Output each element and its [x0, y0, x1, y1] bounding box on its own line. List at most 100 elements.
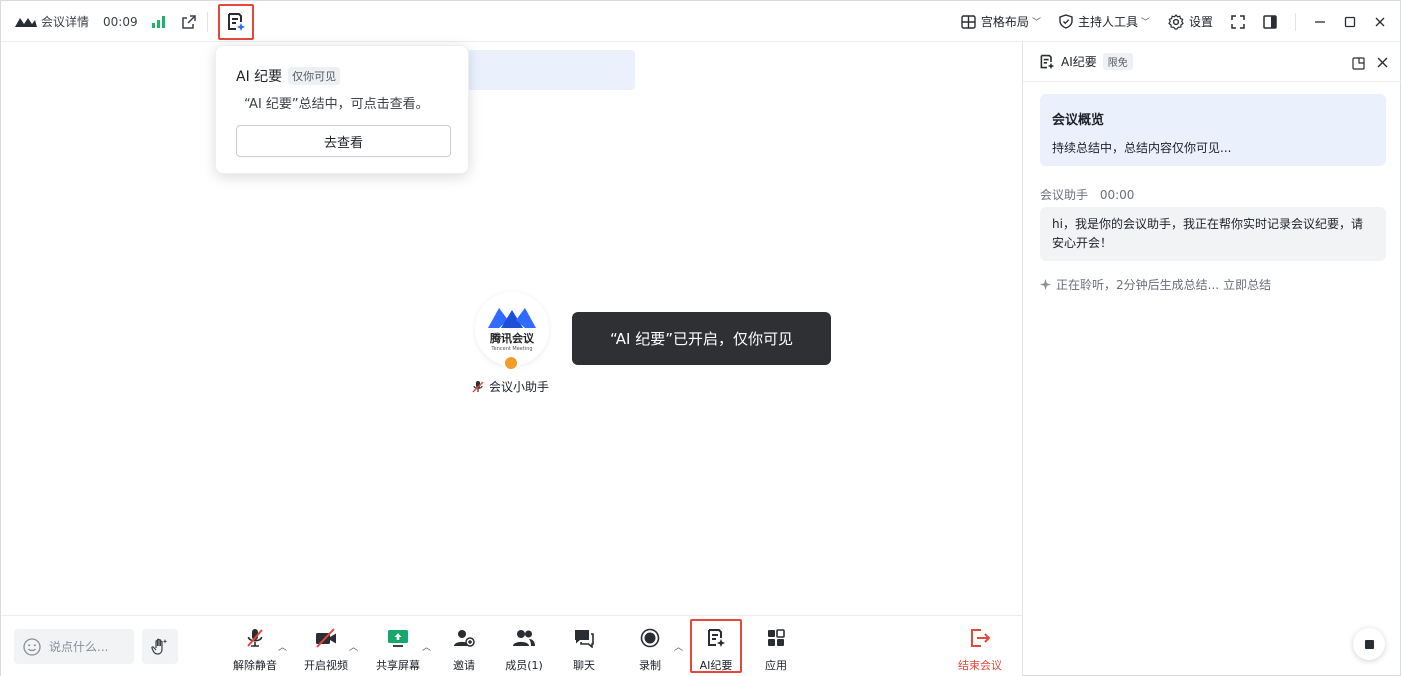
ai-summary-panel: AI纪要 限免 会议概览 持续总结中，总结内容仅你可见... 会议助手 00:0… [1022, 42, 1401, 675]
overview-title: 会议概览 [1052, 113, 1105, 128]
sidebar-toggle-button[interactable] [1263, 14, 1277, 29]
stop-icon [1364, 639, 1374, 649]
apps-button[interactable]: 应用 [746, 627, 806, 673]
listening-status: 正在聆听，2分钟后生成总结... 立即总结 [1040, 276, 1271, 293]
tencent-meeting-logo-icon [488, 308, 536, 328]
assistant-message: hi，我是你的会议助手，我正在帮你实时记录会议纪要，请安心开会！ [1040, 207, 1386, 261]
host-tools-menu-button[interactable]: 主持人工具 ﹀ [1059, 13, 1150, 30]
settings-label: 设置 [1188, 15, 1213, 29]
participant-name-tag: 会议小助手 [471, 378, 549, 395]
gear-icon [1168, 13, 1184, 30]
panel-popout-button[interactable] [1352, 55, 1365, 74]
popover-message: “AI 纪要”总结中，可点击查看。 [244, 97, 429, 112]
members-icon [513, 630, 535, 646]
emoji-icon [23, 637, 41, 656]
host-tools-label: 主持人工具 [1077, 15, 1138, 29]
chat-button[interactable]: 聊天 [554, 627, 614, 673]
settings-button[interactable]: 设置 [1168, 13, 1213, 30]
members-button[interactable]: 成员(1) [494, 627, 554, 673]
summarize-now-link[interactable]: 立即总结 [1223, 276, 1271, 293]
window-controls-divider [1295, 12, 1296, 31]
exit-icon [971, 629, 991, 647]
minimize-icon [1315, 20, 1325, 23]
apps-label: 应用 [765, 659, 787, 672]
start-video-button[interactable]: 开启视频 [296, 627, 356, 673]
chat-placeholder: 说点什么... [49, 640, 109, 654]
meeting-details-link[interactable]: 会议详情 [41, 13, 89, 30]
ai-summary-top-button[interactable] [217, 3, 254, 40]
ai-summary-popover: AI 纪要 仅你可见 “AI 纪要”总结中，可点击查看。 去查看 [215, 45, 469, 174]
share-screen-label: 共享屏幕 [376, 659, 420, 672]
sidebar-panel-icon [1263, 14, 1277, 29]
sparkle-icon [1040, 279, 1051, 290]
popover-title: AI 纪要 仅你可见 [236, 66, 341, 86]
fullscreen-icon [1231, 14, 1245, 29]
participant-name: 会议小助手 [489, 380, 550, 394]
participant-brand: 腾讯会议 [490, 332, 534, 345]
tencent-meeting-logo-icon [15, 17, 37, 27]
raise-hand-icon [151, 638, 168, 655]
panel-title-text: AI纪要 [1061, 55, 1097, 69]
view-summary-button[interactable]: 去查看 [236, 125, 451, 157]
mic-muted-icon [247, 629, 263, 647]
pop-out-icon[interactable] [181, 14, 197, 30]
invite-button[interactable]: 邀请 [434, 627, 494, 673]
network-signal-icon[interactable] [151, 15, 165, 28]
chat-label: 聊天 [573, 659, 595, 672]
ai-summary-label: AI纪要 [699, 659, 733, 672]
panel-close-button[interactable] [1376, 54, 1389, 73]
visibility-badge: 仅你可见 [288, 67, 341, 85]
quick-chat-input[interactable]: 说点什么... [14, 629, 134, 664]
layout-menu-button[interactable]: 宫格布局 ﹀ [961, 13, 1041, 30]
shield-icon [1059, 14, 1073, 29]
maximize-button[interactable] [1344, 16, 1356, 28]
top-bar-separator [206, 11, 208, 32]
assistant-meta: 会议助手 00:00 [1040, 186, 1134, 203]
maximize-icon [1344, 16, 1356, 27]
chat-bubble-icon [575, 630, 594, 648]
ai-summary-icon [1040, 54, 1055, 69]
listening-text: 正在聆听，2分钟后生成总结... [1056, 278, 1220, 292]
popout-window-icon [1352, 57, 1365, 70]
layout-menu-label: 宫格布局 [980, 15, 1029, 29]
end-meeting-label: 结束会议 [958, 659, 1002, 672]
meeting-timer: 00:09 [103, 14, 138, 29]
panel-header: AI纪要 限免 [1023, 42, 1401, 82]
ai-summary-icon [708, 629, 725, 647]
minimize-button[interactable] [1314, 16, 1326, 28]
assistant-time: 00:00 [1099, 188, 1135, 202]
overview-text: 持续总结中，总结内容仅你可见... [1052, 141, 1232, 155]
record-icon [640, 628, 660, 648]
fullscreen-button[interactable] [1231, 14, 1245, 29]
grid-layout-icon [961, 14, 976, 29]
participant-brand-en: Tencent Meeting [491, 346, 533, 352]
audio-options-caret-icon[interactable]: ︿ [278, 640, 287, 653]
unmute-button[interactable]: 解除静音 [225, 627, 285, 673]
panel-title: AI纪要 限免 [1039, 53, 1133, 70]
share-screen-button[interactable]: 共享屏幕 [368, 627, 428, 673]
ai-summary-toast: “AI 纪要”已开启，仅你可见 [572, 312, 831, 365]
close-icon [1375, 17, 1385, 26]
stop-summary-button[interactable] [1353, 628, 1385, 660]
end-meeting-button[interactable]: 结束会议 [950, 627, 1010, 673]
close-icon [1377, 57, 1388, 68]
record-options-caret-icon[interactable]: ︿ [674, 640, 683, 653]
ai-summary-icon [227, 12, 245, 31]
meeting-overview-card[interactable]: 会议概览 持续总结中，总结内容仅你可见... [1040, 94, 1386, 166]
top-bar-left: 会议详情 00:09 [15, 1, 254, 42]
record-label: 录制 [639, 659, 661, 672]
raise-hand-button[interactable] [142, 629, 178, 664]
top-bar: 会议详情 00:09 宫格布局 ﹀ 主持人工具 ﹀ 设置 [1, 1, 1400, 42]
host-badge-icon [503, 355, 519, 371]
share-screen-icon [388, 630, 408, 647]
video-options-caret-icon[interactable]: ︿ [349, 640, 358, 653]
share-options-caret-icon[interactable]: ︿ [422, 640, 431, 653]
record-button[interactable]: 录制 [620, 627, 680, 673]
notification-strip [467, 50, 635, 90]
chevron-down-icon: ﹀ [1140, 18, 1150, 28]
ai-summary-button[interactable]: AI纪要 [686, 627, 746, 673]
top-bar-right: 宫格布局 ﹀ 主持人工具 ﹀ 设置 [943, 1, 1386, 42]
camera-off-icon [316, 628, 336, 648]
members-label: 成员(1) [505, 659, 543, 672]
close-window-button[interactable] [1374, 16, 1386, 28]
